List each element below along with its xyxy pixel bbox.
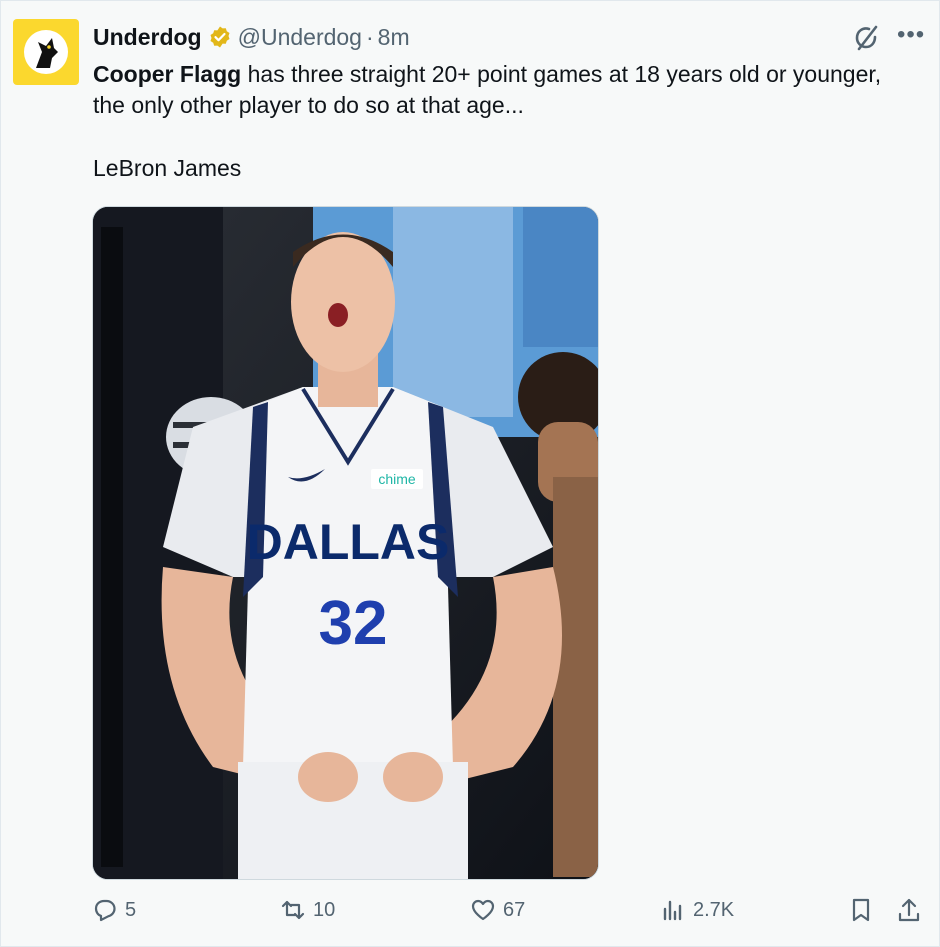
tweet-text: Cooper Flagg has three straight 20+ poin…	[93, 59, 883, 121]
verified-badge-icon	[210, 26, 230, 48]
timestamp[interactable]: 8m	[378, 21, 410, 53]
mention-link[interactable]: Cooper Flagg	[93, 61, 241, 87]
views-button[interactable]: 2.7K	[659, 896, 734, 924]
jersey-team: DALLAS	[247, 514, 450, 570]
reply-icon	[94, 899, 116, 922]
action-bar: 5 10 67 2.7K	[1, 896, 940, 932]
author-handle[interactable]: @Underdog	[238, 21, 362, 53]
retweet-icon	[281, 900, 305, 920]
share-button[interactable]	[895, 896, 929, 924]
bookmark-button[interactable]	[847, 896, 881, 924]
underdog-logo-icon	[24, 30, 68, 74]
grok-icon[interactable]	[851, 23, 881, 53]
retweet-button[interactable]: 10	[279, 896, 335, 924]
bookmark-icon	[852, 898, 870, 922]
author-name[interactable]: Underdog	[93, 21, 202, 53]
separator: ·	[365, 24, 374, 50]
retweet-count: 10	[313, 898, 336, 921]
more-icon[interactable]: •••	[897, 21, 925, 49]
views-count: 2.7K	[693, 898, 735, 921]
views-icon	[663, 900, 682, 921]
avatar[interactable]	[13, 19, 79, 85]
heart-icon	[471, 899, 495, 921]
tweet-photo[interactable]: chime DALLAS 32	[92, 206, 599, 880]
like-button[interactable]: 67	[469, 896, 525, 924]
jersey-number: 32	[319, 589, 388, 658]
reply-button[interactable]: 5	[91, 896, 136, 924]
basketball-player-photo: chime DALLAS 32	[93, 207, 598, 879]
tweet-header: Underdog @Underdog · 8m	[93, 21, 410, 53]
sponsor-text: chime	[378, 471, 416, 487]
reply-count: 5	[125, 898, 137, 921]
tweet-card: Underdog @Underdog · 8m ••• Cooper Flagg…	[0, 0, 940, 947]
like-count: 67	[503, 898, 526, 921]
share-icon	[898, 898, 920, 922]
tweet-text-line2: LeBron James	[93, 155, 242, 181]
